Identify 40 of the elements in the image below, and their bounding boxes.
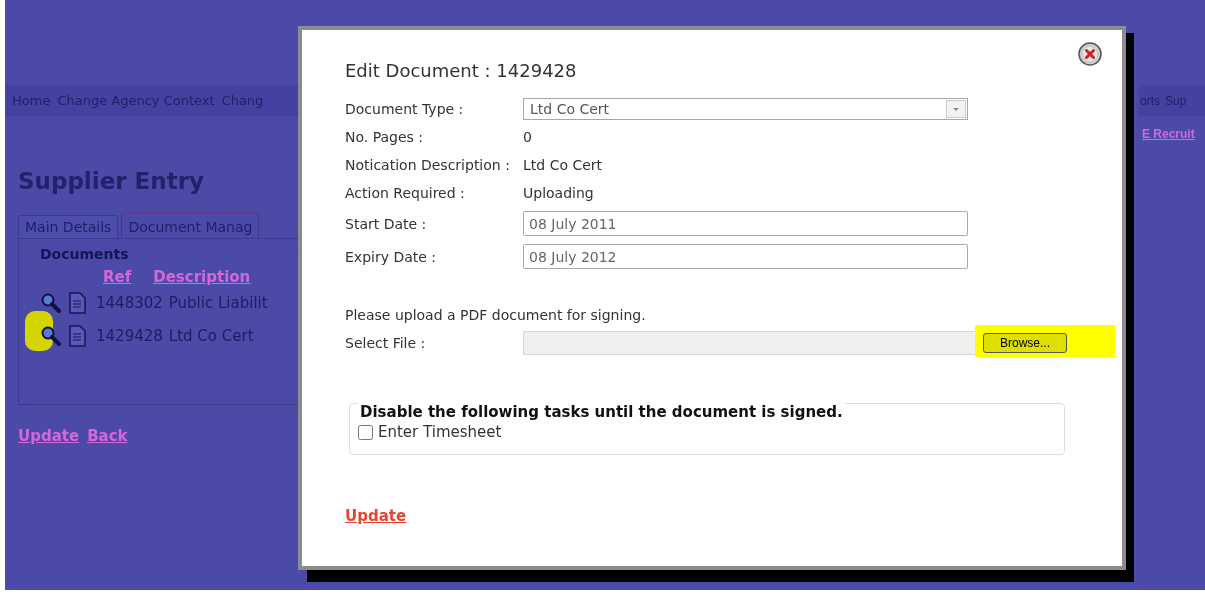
field-label: Action Required : [345,185,466,201]
field-label: Notication Description : [345,157,511,173]
section-legend: Documents [40,246,298,262]
browse-button[interactable]: Browse... [983,333,1067,353]
tab[interactable]: Main Details [18,215,119,238]
search-icon[interactable] [40,291,62,314]
table-cell: 1429428 [96,326,163,345]
update-link[interactable]: Update [345,507,407,525]
search-icon[interactable] [40,324,62,347]
field-value: 0 [523,129,532,145]
field-label: Expiry Date : [345,248,438,265]
date-field[interactable]: 08 July 2011 [523,211,968,236]
table-cell: 1448302 [96,293,163,312]
field-value: Uploading [523,185,594,201]
close-icon[interactable] [1078,42,1102,66]
table-cell: Ltd Co Cert [168,326,254,345]
field-label: Document Type : [345,101,465,117]
document-type-dropdown[interactable]: Ltd Co Cert [523,98,968,120]
field-label: No. Pages : [345,129,425,145]
file-field[interactable] [523,331,978,355]
date-field[interactable]: 08 July 2012 [523,244,968,269]
caret-icon [946,100,966,118]
column-header[interactable]: Ref [103,268,132,286]
field-label: Select File : [345,335,427,351]
tab[interactable]: Document Manag [121,212,260,238]
document-icon[interactable] [68,291,86,314]
dialog-title: Edit Document : 1429428 [345,60,578,81]
upload-instruction: Please upload a PDF document for signing. [345,307,647,323]
header-link[interactable]: E Recruit [1139,127,1205,141]
page-heading: Supplier Entry [18,168,205,194]
field-value: Ltd Co Cert [523,157,603,173]
document-icon[interactable] [68,324,86,347]
page-link[interactable]: Back [87,427,128,445]
page-link[interactable]: Update [18,427,80,445]
column-header[interactable]: Description [153,268,251,286]
group-legend: Disable the following tasks until the document is signed. [358,403,845,421]
table-cell: Public Liabilit [168,293,268,312]
checkbox[interactable] [358,424,373,440]
checkbox-label: Enter Timesheet [378,423,502,441]
field-label: Start Date : [345,215,428,232]
